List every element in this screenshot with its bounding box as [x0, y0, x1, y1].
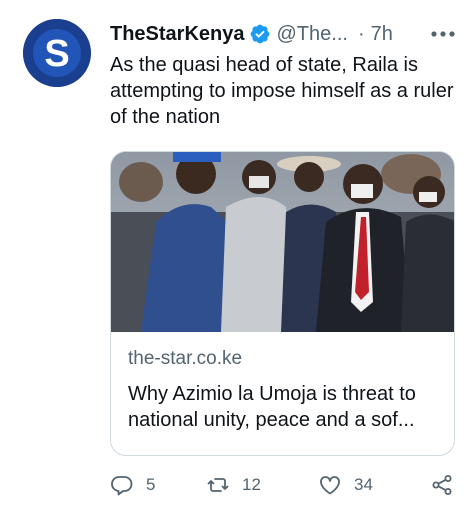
more-options-icon[interactable]	[428, 22, 458, 46]
avatar-letter: S	[44, 33, 69, 75]
share-icon	[430, 473, 454, 497]
reply-button[interactable]: 5	[110, 470, 155, 500]
reply-icon	[110, 473, 134, 497]
retweet-button[interactable]: 12	[206, 470, 261, 500]
retweet-count: 12	[242, 475, 261, 494]
retweet-icon	[206, 473, 230, 497]
reply-count: 5	[146, 475, 156, 494]
card-image	[111, 152, 454, 332]
share-button[interactable]	[430, 470, 454, 500]
like-icon	[318, 473, 342, 497]
tweet[interactable]: S TheStarKenya @The... · 7h As the quasi…	[0, 0, 476, 506]
verified-badge-icon	[249, 23, 271, 45]
tweet-actions: 5 12 34	[110, 470, 470, 500]
avatar-logo-icon: S	[23, 19, 91, 87]
separator-dot: ·	[357, 22, 365, 45]
author-handle[interactable]: @The...	[277, 23, 348, 46]
tweet-time[interactable]: 7h	[371, 23, 393, 46]
like-count: 34	[354, 475, 373, 494]
author-name[interactable]: TheStarKenya	[110, 23, 245, 46]
card-title: Why Azimio la Umoja is threat to nationa…	[128, 383, 416, 431]
tweet-text: As the quasi head of state, Raila is att…	[110, 54, 454, 128]
link-card[interactable]: the-star.co.ke Why Azimio la Umoja is th…	[110, 151, 455, 456]
tweet-header: TheStarKenya @The... · 7h	[110, 20, 393, 48]
card-domain: the-star.co.ke	[128, 348, 243, 369]
avatar[interactable]: S	[23, 19, 91, 87]
like-button[interactable]: 34	[318, 470, 373, 500]
